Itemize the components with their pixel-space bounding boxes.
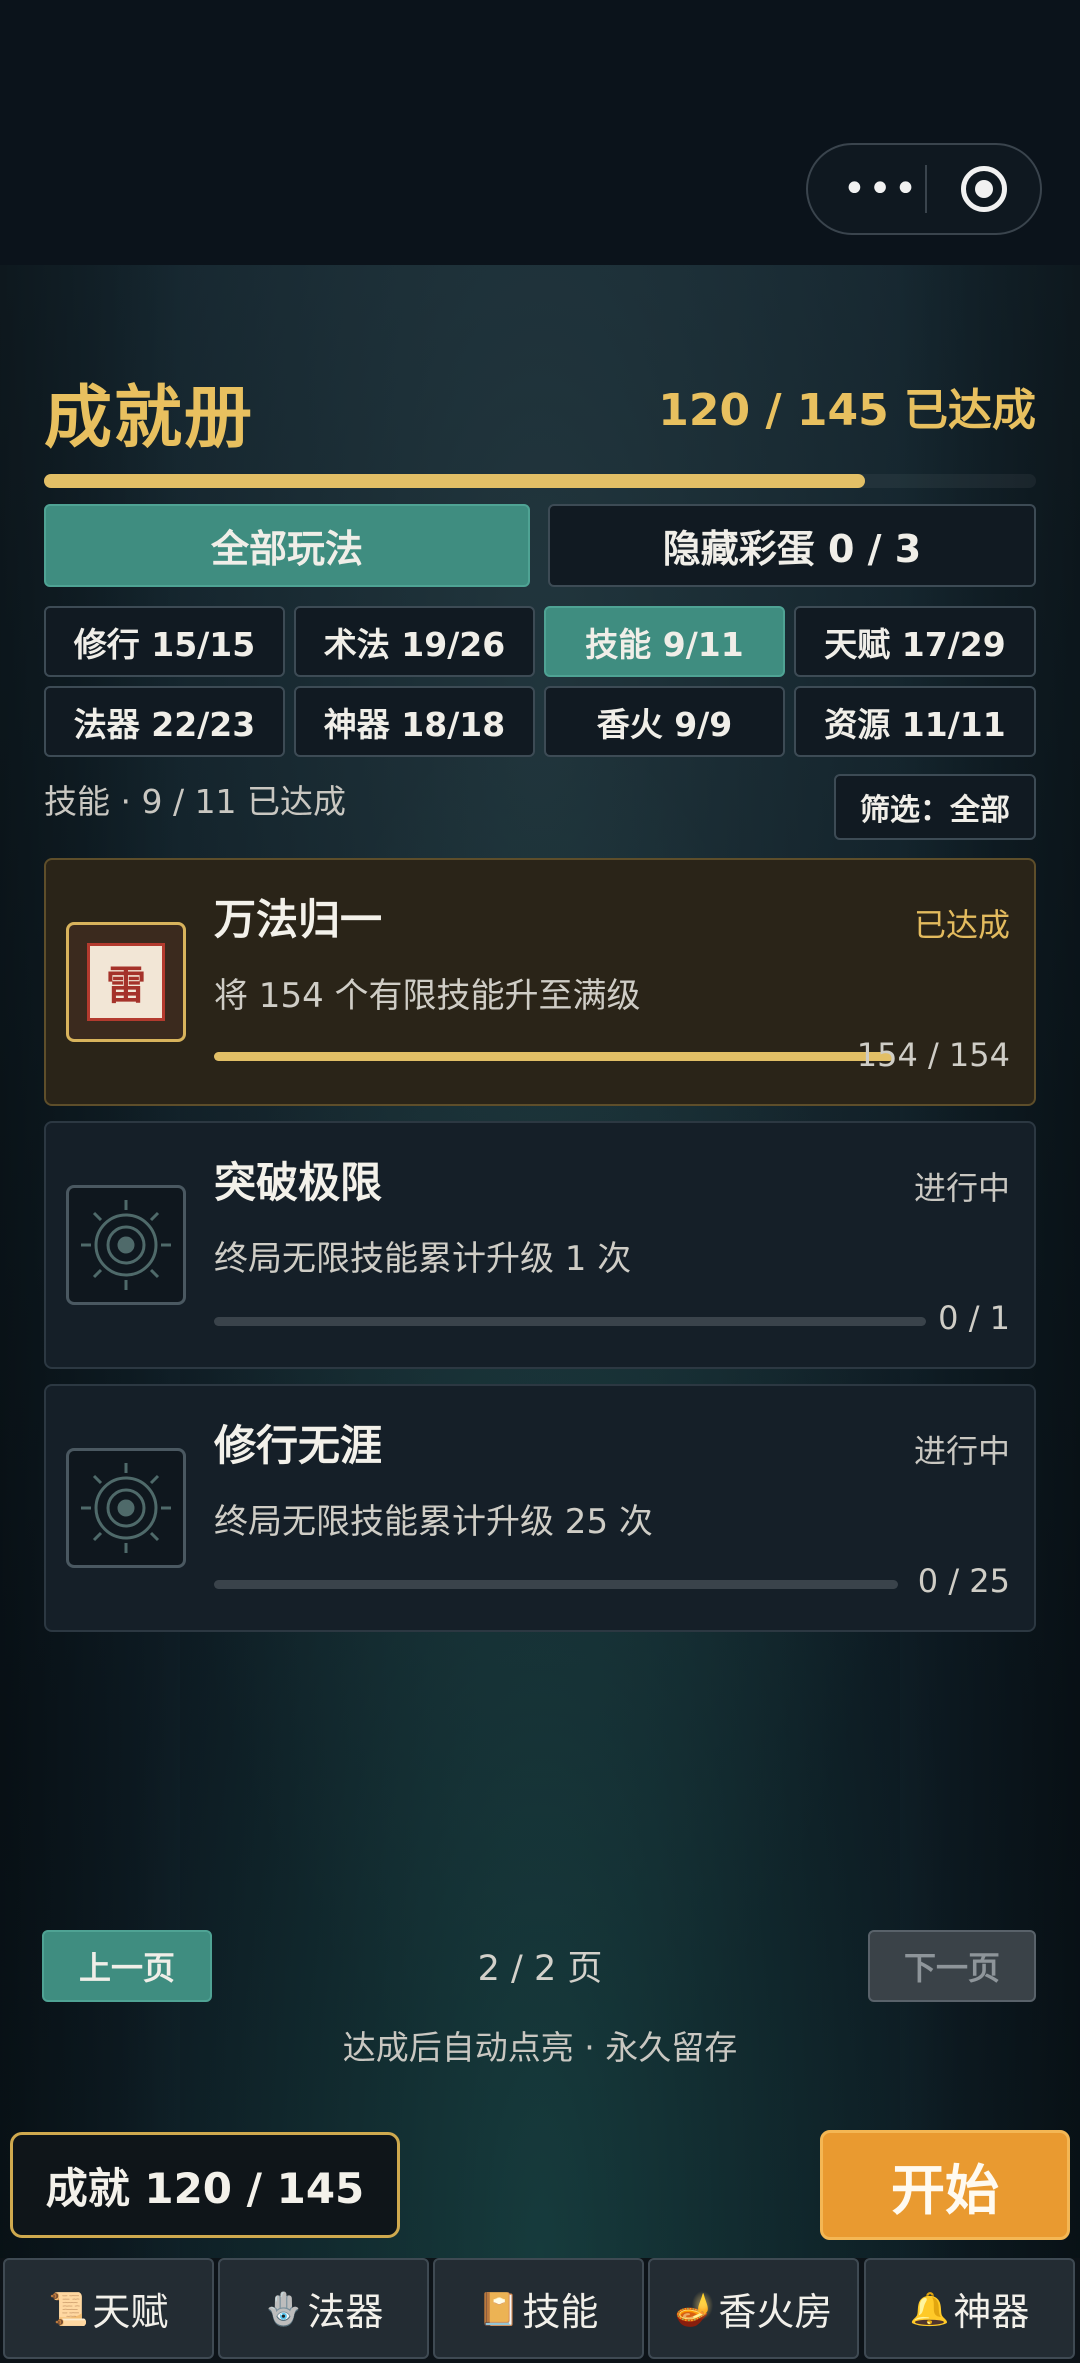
category-talents[interactable]: 天赋 17/29 [794, 606, 1036, 677]
mini-program-capsule: ••• [806, 143, 1042, 235]
thunder-seal-icon: 雷 [66, 922, 186, 1042]
capsule-divider [925, 165, 927, 213]
achievement-status: 进行中 [913, 1432, 1010, 1470]
achievement-progress-fill [214, 1052, 894, 1061]
tab-incense-room[interactable]: 🪔 香火房 [648, 2258, 859, 2359]
category-skills[interactable]: 技能 9/11 [544, 606, 785, 677]
tab-label: 法器 [307, 2290, 384, 2334]
achievement-progress-count: 0 / 1 [938, 1299, 1010, 1337]
tab-divine-artifacts[interactable]: 🔔 神器 [864, 2258, 1075, 2359]
category-summary: 技能 · 9 / 11 已达成 [44, 782, 347, 821]
bell-icon: 🔔 [909, 2289, 950, 2328]
category-incense[interactable]: 香火 9/9 [544, 686, 785, 757]
incense-icon: 🪔 [674, 2289, 715, 2328]
target-circle-icon[interactable] [961, 166, 1007, 212]
achievement-status: 进行中 [913, 1169, 1010, 1207]
achievement-progress-bar [214, 1052, 894, 1061]
achievement-title: 万法归一 [214, 895, 383, 944]
tab-artifacts[interactable]: 🪬 法器 [218, 2258, 429, 2359]
achievement-progress-count: 0 / 25 [917, 1562, 1010, 1600]
footer-hint: 达成后自动点亮 · 永久留存 [342, 2028, 738, 2067]
tab-label: 天赋 [92, 2290, 169, 2334]
tab-label: 技能 [522, 2290, 599, 2334]
achievement-progress-bar [214, 1580, 898, 1589]
achievement-card[interactable]: 突破极限 进行中 终局无限技能累计升级 1 次 0 / 1 [44, 1121, 1036, 1369]
overall-progress-bar [44, 474, 1036, 488]
tab-label: 香火房 [718, 2290, 833, 2334]
achievement-button[interactable]: 成就 120 / 145 [10, 2132, 400, 2238]
locked-medallion-icon [66, 1185, 186, 1305]
tab-skills[interactable]: 📔 技能 [433, 2258, 644, 2359]
start-button[interactable]: 开始 [820, 2130, 1070, 2240]
achievement-status: 已达成 [913, 906, 1010, 944]
next-page-button[interactable]: 下一页 [868, 1930, 1036, 2002]
filter-button[interactable]: 筛选：全部 [834, 774, 1036, 840]
category-cultivation[interactable]: 修行 15/15 [44, 606, 285, 677]
achievement-progress-count: 154 / 154 [856, 1036, 1010, 1074]
gourd-icon: 🪬 [263, 2289, 304, 2328]
tab-talents[interactable]: 📜 天赋 [3, 2258, 214, 2359]
category-artifacts[interactable]: 法器 22/23 [44, 686, 285, 757]
achievement-progress-bar [214, 1317, 926, 1326]
achievement-card[interactable]: 修行无涯 进行中 终局无限技能累计升级 25 次 0 / 25 [44, 1384, 1036, 1632]
category-spells[interactable]: 术法 19/26 [294, 606, 535, 677]
overall-progress-text: 120 / 145 已达成 [658, 385, 1036, 436]
scroll-icon: 📜 [48, 2289, 89, 2328]
overall-progress-fill [44, 474, 866, 488]
tab-label: 神器 [953, 2290, 1030, 2334]
book-icon: 📔 [478, 2289, 519, 2328]
seal-glyph: 雷 [87, 943, 165, 1021]
achievement-title: 突破极限 [214, 1158, 383, 1207]
locked-medallion-icon [66, 1448, 186, 1568]
achievement-description: 将 154 个有限技能升至满级 [214, 976, 641, 1016]
achievement-card[interactable]: 雷 万法归一 已达成 将 154 个有限技能升至满级 154 / 154 [44, 858, 1036, 1106]
tab-all-modes[interactable]: 全部玩法 [44, 504, 530, 587]
achievement-description: 终局无限技能累计升级 1 次 [214, 1239, 632, 1279]
bottom-tab-bar: 📜 天赋 🪬 法器 📔 技能 🪔 香火房 🔔 神器 [0, 2258, 1080, 2363]
achievement-title: 修行无涯 [214, 1421, 383, 1470]
achievement-description: 终局无限技能累计升级 25 次 [214, 1502, 653, 1542]
more-dots-icon[interactable]: ••• [840, 145, 922, 233]
category-resources[interactable]: 资源 11/11 [794, 686, 1036, 757]
page-title: 成就册 [44, 379, 255, 458]
tab-hidden-eggs[interactable]: 隐藏彩蛋 0 / 3 [548, 504, 1036, 587]
category-divine-artifacts[interactable]: 神器 18/18 [294, 686, 535, 757]
